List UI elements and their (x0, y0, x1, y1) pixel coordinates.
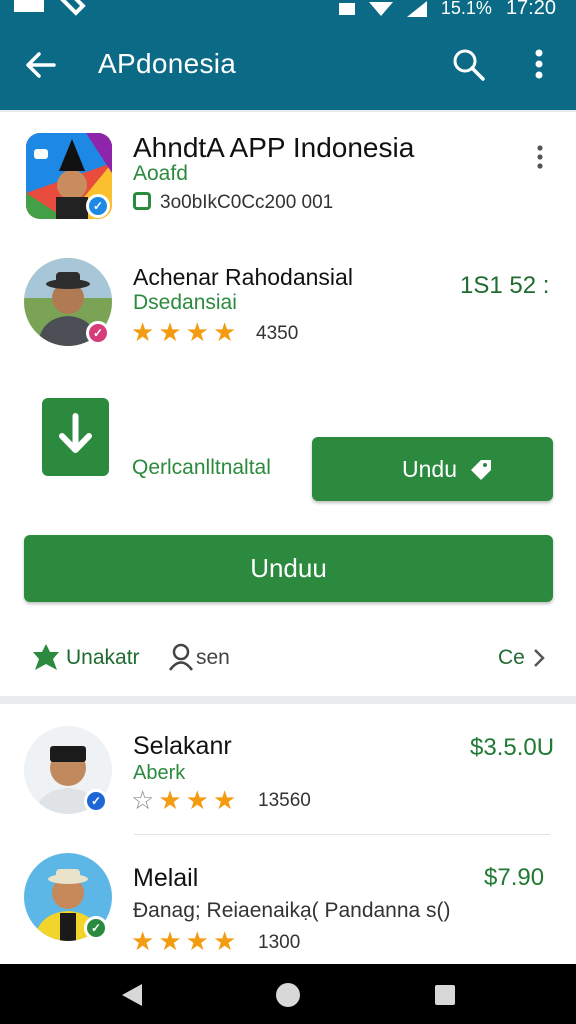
list-item-verified-icon: ✓ (84, 916, 108, 940)
chevron-right-icon[interactable] (532, 648, 546, 668)
list-item-subtitle: Aberk (133, 762, 186, 784)
nav-recents-icon[interactable] (434, 984, 456, 1006)
list-item-price[interactable]: $7.90 (484, 864, 544, 892)
star-icon: ★ (158, 317, 182, 347)
app-name: AhndtA APP Indonesia (133, 132, 415, 163)
leaf-icon[interactable] (31, 642, 61, 672)
list-item-price[interactable]: $3.5.0U (470, 734, 554, 762)
star-outline-icon: ☆ (131, 785, 155, 815)
star-icon: ★ (185, 785, 209, 815)
app-code: 3o0bIkC0Cc200 001 (160, 192, 334, 213)
star-icon: ★ (212, 785, 237, 815)
list-item-stars: ☆ ★ ★ ★ (131, 787, 236, 813)
list-item-rating-count: 1300 (258, 932, 301, 953)
page-title: APdonesia (98, 48, 237, 79)
list-item-stars: ★ ★ ★ ★ (131, 928, 236, 954)
system-nav-bar (0, 964, 576, 1024)
back-arrow-icon[interactable] (24, 48, 58, 82)
battery-text: 15.1% (440, 0, 492, 18)
nav-back-icon[interactable] (120, 982, 144, 1008)
reviewer-name: Achenar Rahodansial (133, 264, 353, 290)
reviewer-subtitle: Dsedansiai (133, 291, 237, 314)
notification-diamond-icon (60, 0, 86, 16)
more-options-icon[interactable] (524, 46, 554, 82)
verified-badge-icon: ✓ (86, 194, 110, 218)
app-developer[interactable]: Aoafd (133, 162, 188, 186)
app-code-icon (133, 192, 151, 210)
download-small-button-label: Undu (402, 455, 457, 482)
nav-home-icon[interactable] (275, 982, 301, 1008)
star-icon: ★ (212, 926, 237, 956)
action-row: Unakatr sen Ce (0, 640, 576, 676)
footer-left-label[interactable]: Unakatr (66, 646, 140, 670)
list-item-subtitle: Đanag; Reiaenaikạ( Pandanna s() (133, 899, 451, 922)
star-icon: ★ (131, 926, 155, 956)
app-bar: APdonesia (0, 22, 576, 110)
download-small-button[interactable]: Undu (312, 437, 553, 501)
notification-icon (14, 0, 44, 12)
star-icon: ★ (212, 317, 237, 347)
star-icon: ★ (131, 317, 155, 347)
download-icon[interactable] (42, 398, 109, 476)
star-icon: ★ (185, 926, 209, 956)
reviewer-stars: ★ ★ ★ ★ (131, 319, 236, 345)
footer-middle-label[interactable]: sen (196, 646, 230, 670)
reviewer-value: 1S1 52 : (460, 272, 550, 299)
wifi-icon (368, 1, 393, 16)
person-icon[interactable] (168, 643, 194, 671)
status-bar: 15.1% 17:20 (0, 0, 576, 22)
star-icon: ★ (158, 785, 182, 815)
download-button-label: Unduu (250, 553, 327, 583)
reviewer-badge-icon: ✓ (86, 321, 110, 345)
reviewer-rating-count: 4350 (256, 323, 299, 344)
list-item-verified-icon: ✓ (84, 789, 108, 813)
star-icon: ★ (158, 926, 182, 956)
footer-right-label[interactable]: Ce (498, 646, 525, 670)
list-item-rating-count: 13560 (258, 790, 311, 811)
list-item-name[interactable]: Selakanr (133, 732, 232, 761)
app-more-icon[interactable] (530, 144, 550, 170)
search-icon[interactable] (450, 46, 486, 82)
list-item-name[interactable]: Melail (133, 864, 198, 893)
tag-icon (470, 460, 491, 480)
vibrate-icon (338, 2, 355, 15)
list-divider (134, 834, 550, 835)
clock-text: 17:20 (505, 0, 556, 19)
signal-icon (406, 0, 427, 17)
install-label: Qerlcanlltnaltal (132, 456, 271, 479)
star-icon: ★ (185, 317, 209, 347)
download-button[interactable]: Unduu (24, 535, 553, 602)
